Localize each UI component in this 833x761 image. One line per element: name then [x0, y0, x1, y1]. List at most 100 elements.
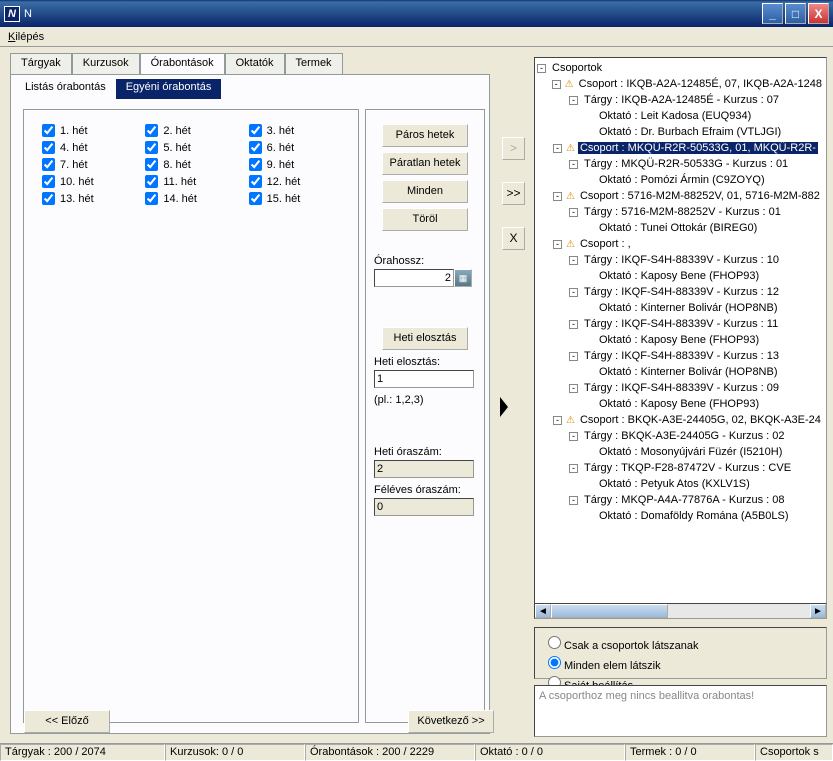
status-termek: Termek : 0 / 0 [625, 744, 755, 761]
heti-elosztas-input[interactable] [374, 370, 474, 388]
tree-root[interactable]: -Csoportok [537, 60, 824, 76]
tree-teacher[interactable]: Oktató : Dr. Burbach Efraim (VTLJGI) [537, 124, 824, 140]
paratlan-hetek-button[interactable]: Páratlan hetek [382, 152, 468, 175]
menu-item-exit[interactable]: Kilépés [4, 29, 48, 45]
app-icon: N [4, 6, 20, 22]
subtab-listas[interactable]: Listás órabontás [15, 79, 116, 99]
tree-subject[interactable]: -Tárgy : IKQF-S4H-88339V - Kurzus : 11 [537, 316, 824, 332]
window-title: N [24, 8, 762, 20]
tree-teacher[interactable]: Oktató : Domaföldy Romána (A5B0LS) [537, 508, 824, 524]
tree-teacher[interactable]: Oktató : Mosonyújvári Füzér (I5210H) [537, 444, 824, 460]
minimize-button[interactable]: _ [762, 3, 783, 24]
status-oktato: Oktató : 0 / 0 [475, 744, 625, 761]
view-options-group: Csak a csoportok látszanak Minden elem l… [534, 627, 827, 679]
tree-horizontal-scrollbar[interactable]: ◄ ► [534, 603, 827, 619]
scroll-thumb[interactable] [551, 604, 668, 618]
tree-teacher[interactable]: Oktató : Petyuk Atos (KXLV1S) [537, 476, 824, 492]
heti-elosztas-label: Heti elosztás: [374, 356, 476, 368]
tree-teacher[interactable]: Oktató : Tunei Ottokár (BIREG0) [537, 220, 824, 236]
tree-teacher[interactable]: Oktató : Pomózi Ármin (C9ZOYQ) [537, 172, 824, 188]
tree-group[interactable]: -⚠Csoport : , [537, 236, 824, 252]
main-tabs: Tárgyak Kurzusok Órabontások Oktatók Ter… [10, 53, 343, 75]
tab-termek[interactable]: Termek [285, 53, 343, 75]
tree-subject[interactable]: -Tárgy : IKQF-S4H-88339V - Kurzus : 12 [537, 284, 824, 300]
title-bar: N N _ □ X [0, 0, 833, 27]
tree-group-selected[interactable]: -⚠Csoport : MKQÜ-R2R-50533G, 01, MKQÜ-R2… [537, 140, 824, 156]
scroll-right-button[interactable]: ► [810, 604, 826, 618]
minden-button[interactable]: Minden [382, 180, 468, 203]
tree-subject[interactable]: -Tárgy : MKQP-A4A-77876A - Kurzus : 08 [537, 492, 824, 508]
week-11-checkbox[interactable]: 11. hét [145, 175, 236, 188]
heti-elosztas-button[interactable]: Heti elosztás [382, 327, 468, 350]
status-bar: Tárgyak : 200 / 2074 Kurzusok: 0 / 0 Óra… [0, 743, 833, 761]
orahossz-label: Órahossz: [374, 255, 476, 267]
status-orabontasok: Órabontások : 200 / 2229 [305, 744, 475, 761]
weeks-group: 1. hét 2. hét 3. hét 4. hét 5. hét 6. hé… [23, 109, 359, 723]
tree-subject[interactable]: -Tárgy : 5716-M2M-88252V - Kurzus : 01 [537, 204, 824, 220]
tree-subject[interactable]: -Tárgy : IKQF-S4H-88339V - Kurzus : 09 [537, 380, 824, 396]
week-12-checkbox[interactable]: 12. hét [249, 175, 340, 188]
scroll-left-button[interactable]: ◄ [535, 604, 551, 618]
heti-elosztas-hint: (pl.: 1,2,3) [374, 394, 476, 406]
tree-teacher[interactable]: Oktató : Kaposy Bene (FHOP93) [537, 332, 824, 348]
paros-hetek-button[interactable]: Páros hetek [382, 124, 468, 147]
tree-group[interactable]: -⚠Csoport : 5716-M2M-88252V, 01, 5716-M2… [537, 188, 824, 204]
close-button[interactable]: X [808, 3, 829, 24]
week-6-checkbox[interactable]: 6. hét [249, 141, 340, 154]
tree-subject[interactable]: -Tárgy : BKQK-A3E-24405G - Kurzus : 02 [537, 428, 824, 444]
tab-orabontasok[interactable]: Órabontások [140, 53, 225, 75]
week-3-checkbox[interactable]: 3. hét [249, 124, 340, 137]
remove-button[interactable]: X [502, 227, 525, 250]
tree-group[interactable]: -⚠Csoport : IKQB-A2A-12485É, 07, IKQB-A2… [537, 76, 824, 92]
tree-subject[interactable]: -Tárgy : IKQF-S4H-88339V - Kurzus : 13 [537, 348, 824, 364]
feleves-oraszam-input [374, 498, 474, 516]
tree-subject[interactable]: -Tárgy : IKQB-A2A-12485É - Kurzus : 07 [537, 92, 824, 108]
status-targyak: Tárgyak : 200 / 2074 [0, 744, 165, 761]
orahossz-spinner[interactable]: ▦ [454, 269, 472, 287]
week-1-checkbox[interactable]: 1. hét [42, 124, 133, 137]
status-kurzusok: Kurzusok: 0 / 0 [165, 744, 305, 761]
week-4-checkbox[interactable]: 4. hét [42, 141, 133, 154]
elozo-button[interactable]: << Előző [24, 710, 110, 733]
tree-teacher[interactable]: Oktató : Kinterner Bolivár (HOP8NB) [537, 300, 824, 316]
tree-teacher[interactable]: Oktató : Kaposy Bene (FHOP93) [537, 396, 824, 412]
week-15-checkbox[interactable]: 15. hét [249, 192, 340, 205]
info-message: A csoporthoz meg nincs beallitva orabont… [534, 685, 827, 737]
week-14-checkbox[interactable]: 14. hét [145, 192, 236, 205]
heti-oraszam-input [374, 460, 474, 478]
radio-all-visible[interactable]: Minden elem látszik [543, 653, 818, 672]
controls-group: Páros hetek Páratlan hetek Minden Töröl … [365, 109, 485, 723]
week-2-checkbox[interactable]: 2. hét [145, 124, 236, 137]
tree-subject[interactable]: -Tárgy : TKQP-F28-87472V - Kurzus : CVE [537, 460, 824, 476]
subtab-egyeni[interactable]: Egyéni órabontás [116, 79, 222, 99]
week-5-checkbox[interactable]: 5. hét [145, 141, 236, 154]
move-all-right-button[interactable]: >> [502, 182, 525, 205]
week-13-checkbox[interactable]: 13. hét [42, 192, 133, 205]
feleves-oraszam-label: Féléves óraszám: [374, 484, 476, 496]
tab-oktatok[interactable]: Oktatók [225, 53, 285, 75]
move-right-button: > [502, 137, 525, 160]
tree-subject[interactable]: -Tárgy : MKQÜ-R2R-50533G - Kurzus : 01 [537, 156, 824, 172]
groups-tree[interactable]: -Csoportok -⚠Csoport : IKQB-A2A-12485É, … [534, 57, 827, 617]
tab-panel: Listás órabontás Egyéni órabontás 1. hét… [10, 74, 490, 734]
maximize-button[interactable]: □ [785, 3, 806, 24]
tree-teacher[interactable]: Oktató : Leit Kadosa (EUQ934) [537, 108, 824, 124]
tree-teacher[interactable]: Oktató : Kinterner Bolivár (HOP8NB) [537, 364, 824, 380]
kovetkezo-button[interactable]: Következő >> [408, 710, 494, 733]
week-8-checkbox[interactable]: 8. hét [145, 158, 236, 171]
week-10-checkbox[interactable]: 10. hét [42, 175, 133, 188]
radio-only-groups[interactable]: Csak a csoportok látszanak [543, 633, 818, 652]
torol-button[interactable]: Töröl [382, 208, 468, 231]
tree-subject[interactable]: -Tárgy : IKQF-S4H-88339V - Kurzus : 10 [537, 252, 824, 268]
week-7-checkbox[interactable]: 7. hét [42, 158, 133, 171]
status-csoportok: Csoportok s [755, 744, 833, 761]
menu-bar: Kilépés [0, 27, 833, 47]
orahossz-input[interactable] [374, 269, 454, 287]
heti-oraszam-label: Heti óraszám: [374, 446, 476, 458]
tab-kurzusok[interactable]: Kurzusok [72, 53, 140, 75]
tree-group[interactable]: -⚠Csoport : BKQK-A3E-24405G, 02, BKQK-A3… [537, 412, 824, 428]
week-9-checkbox[interactable]: 9. hét [249, 158, 340, 171]
tree-teacher[interactable]: Oktató : Kaposy Bene (FHOP93) [537, 268, 824, 284]
splitter-handle[interactable] [500, 397, 508, 417]
tab-targyak[interactable]: Tárgyak [10, 53, 72, 75]
